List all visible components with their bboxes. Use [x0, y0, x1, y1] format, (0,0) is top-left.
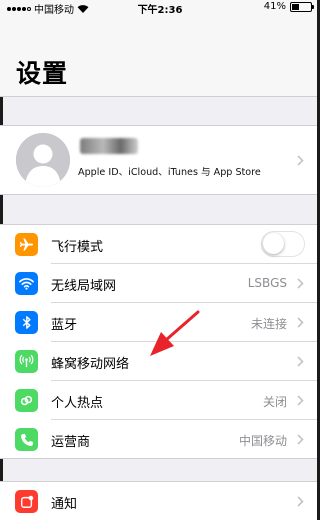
chevron-right-icon	[297, 395, 304, 406]
chevron-right-icon	[297, 155, 304, 166]
notifications-label: 通知	[51, 497, 78, 512]
personal-hotspot-value: 关闭	[262, 395, 287, 409]
status-bar: 中国移动 下午2:36 41%	[0, 0, 320, 16]
carrier-value: 中国移动	[238, 434, 287, 448]
battery-percent: 41%	[263, 1, 286, 12]
bluetooth-label: 蓝牙	[51, 318, 78, 333]
battery-icon	[290, 1, 314, 12]
cellular-label: 蜂窝移动网络	[51, 357, 130, 372]
screen-frame: 中国移动 下午2:36 41% 设置 Apple ID、iCloud、iTune…	[0, 0, 320, 521]
profile-subtitle: Apple ID、iCloud、iTunes 与 App Store	[78, 167, 261, 178]
airplane-icon	[15, 233, 38, 256]
wifi-icon	[15, 272, 38, 295]
apple-id-profile-row[interactable]: Apple ID、iCloud、iTunes 与 App Store	[0, 125, 320, 195]
chevron-right-icon	[297, 278, 304, 289]
antenna-icon	[15, 350, 38, 373]
airplane-mode-row: 飞行模式	[0, 225, 320, 264]
chevron-right-icon	[297, 496, 304, 507]
phone-icon	[15, 428, 38, 451]
hotspot-icon	[15, 389, 38, 412]
wifi-value: LSBGS	[247, 276, 287, 290]
chevron-right-icon	[297, 434, 304, 445]
notifications-row[interactable]: 通知	[0, 482, 320, 521]
navigation-header: 设置	[0, 14, 320, 97]
bluetooth-icon	[15, 311, 38, 334]
chevron-right-icon	[297, 317, 304, 328]
chevron-right-icon	[297, 356, 304, 367]
notifications-icon	[15, 490, 38, 513]
wifi-row[interactable]: 无线局域网 LSBGS	[0, 264, 320, 303]
connectivity-settings-group: 飞行模式 无线局域网 LSBGS 蓝牙 未连接 蜂窝移动网络 个人热点 关闭 运…	[0, 224, 320, 459]
notifications-settings-group: 通知	[0, 481, 320, 521]
airplane-mode-label: 飞行模式	[51, 240, 104, 255]
wifi-label: 无线局域网	[51, 279, 117, 294]
carrier-label: 运营商	[51, 435, 91, 450]
carrier-row[interactable]: 运营商 中国移动	[0, 420, 320, 459]
bluetooth-value: 未连接	[250, 317, 287, 331]
person-icon	[16, 133, 70, 187]
bluetooth-row[interactable]: 蓝牙 未连接	[0, 303, 320, 342]
airplane-mode-toggle[interactable]	[261, 231, 305, 257]
personal-hotspot-label: 个人热点	[51, 396, 104, 411]
personal-hotspot-row[interactable]: 个人热点 关闭	[0, 381, 320, 420]
cellular-row[interactable]: 蜂窝移动网络	[0, 342, 320, 381]
profile-name-blurred	[80, 138, 138, 154]
page-title: 设置	[16, 59, 69, 88]
